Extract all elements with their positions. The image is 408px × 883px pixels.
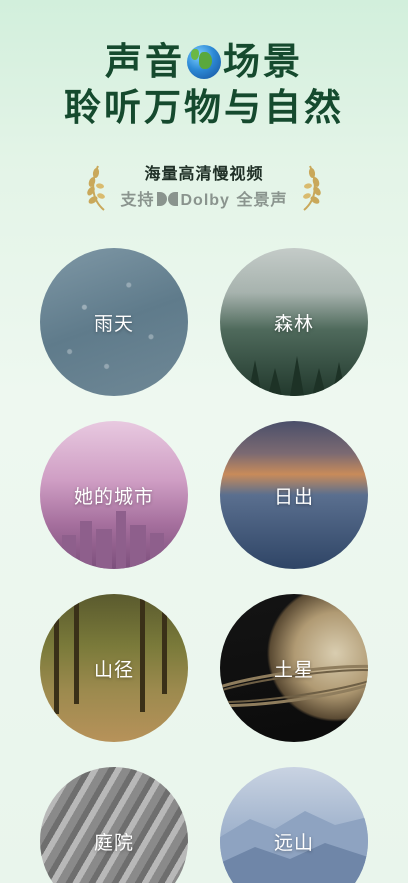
trunk-shape [54,594,59,714]
tree-shape [268,368,282,396]
scene-label: 庭院 [93,831,134,854]
dolby-icon [157,192,179,206]
trunk-shape [140,594,145,712]
scene-card-forest[interactable]: 森林 [220,248,368,396]
building-shape [130,525,146,569]
scene-card-sunrise[interactable]: 日出 [220,421,368,569]
scene-label: 土星 [273,658,314,681]
tree-shape [248,360,262,396]
scene-card-rain[interactable]: 雨天 [40,248,188,396]
laurel-icon [303,165,321,211]
tree-shape [290,356,304,396]
scene-label: 森林 [273,312,314,335]
scene-label: 她的城市 [73,485,154,508]
scene-label: 雨天 [93,312,134,335]
scene-card-distant-mountain[interactable]: 远山 [220,767,368,883]
scene-card-city[interactable]: 她的城市 [40,421,188,569]
header: 声音 场景 聆听万物与自然 海量高清慢视频 支持 Dolby 全景声 [0,0,408,230]
dolby-word: Dolby [180,192,230,209]
scene-card-saturn[interactable]: 土星 [220,594,368,742]
page-title-line1: 声音 场景 [0,40,408,84]
mountain-shape [220,811,368,883]
building-shape [96,529,112,569]
scene-card-mountain-path[interactable]: 山径 [40,594,188,742]
building-shape [150,533,164,569]
title-part-right: 场景 [223,40,303,83]
globe-icon [187,45,221,79]
scene-label: 远山 [273,831,314,854]
tree-shape [230,368,244,396]
support-suffix: 全景声 [236,190,288,209]
scene-card-courtyard[interactable]: 庭院 [40,767,188,883]
page-title-line2: 聆听万物与自然 [64,86,344,129]
title-part-left: 声音 [105,40,185,83]
building-shape [116,511,126,569]
trunk-shape [162,594,167,694]
support-prefix: 支持 [120,190,155,209]
scene-label: 山径 [93,658,134,681]
building-shape [80,521,92,569]
subtitle: 海量高清慢视频 [144,164,264,183]
scene-label: 日出 [273,485,314,508]
tree-shape [312,368,326,396]
dolby-support-line: 支持 Dolby 全景声 [0,186,408,210]
trunk-shape [74,594,79,704]
building-shape [62,535,76,569]
tree-shape [332,362,346,396]
